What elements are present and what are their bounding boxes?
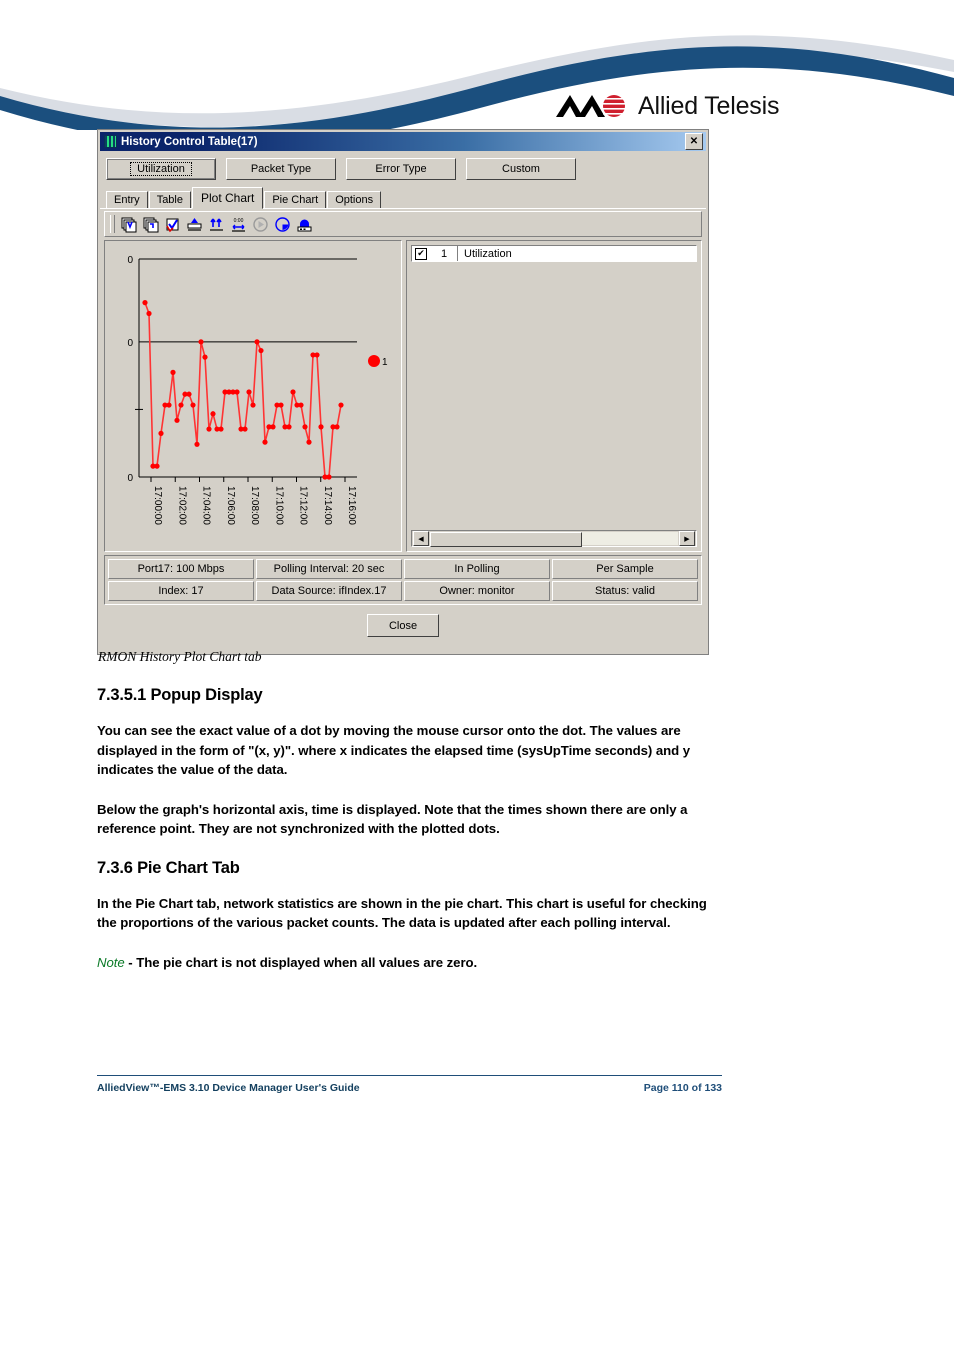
status-polling-interval: Polling Interval: 20 sec [256,559,402,579]
dialog-title: History Control Table(17) [121,135,258,148]
svg-text:17:00:00: 17:00:00 [152,486,163,525]
figure-caption: RMON History Plot Chart tab [98,649,262,664]
packet-type-button[interactable]: Packet Type [226,158,336,180]
status-port: Port17: 100 Mbps [108,559,254,579]
custom-button[interactable]: Custom [466,158,576,180]
chart-and-legend-area: 0 0 0 17:00:00 17:02:00 17:04:00 17:06:00 17:08… [104,240,702,552]
utilization-button-label: Utilization [130,162,192,176]
history-control-table-dialog: History Control Table(17) ✕ Utilization … [98,130,708,654]
tab-entry[interactable]: Entry [106,191,148,208]
plot-chart-panel[interactable]: 0 0 0 17:00:00 17:02:00 17:04:00 17:06:00 17:08… [104,240,402,552]
svg-text:0: 0 [127,473,133,484]
legend-panel: ✔ 1 Utilization ◀ ▶ [406,240,702,552]
paragraph-pie-chart: In the Pie Chart tab, network statistics… [97,895,707,931]
tab-plot-chart[interactable]: Plot Chart [191,187,264,209]
svg-text:0:00: 0:00 [234,218,244,224]
stack-down-icon[interactable] [118,213,139,235]
svg-text:17:10:00: 17:10:00 [273,486,284,525]
scrollbar-track[interactable] [430,532,678,547]
utilization-button[interactable]: Utilization [106,158,216,180]
utilization-line-chart: 0 0 0 17:00:00 17:02:00 17:04:00 17:06:00 17:08… [127,255,388,525]
category-button-bar: Utilization Packet Type Error Type Custo… [100,151,706,184]
error-type-button[interactable]: Error Type [346,158,456,180]
toolbar-grip-handle[interactable] [110,215,115,233]
svg-text:0: 0 [127,338,133,349]
dialog-footer: Close [100,614,706,637]
svg-text:17:06:00: 17:06:00 [225,486,236,525]
brand-name: Allied Telesis [638,91,780,120]
status-polling-state: In Polling [404,559,550,579]
footer-divider [97,1075,722,1076]
time-scale-icon[interactable]: 0:00 [228,213,249,235]
tab-bar: Entry Table Plot Chart Pie Chart Options [100,187,706,209]
header-swoosh-graphic [0,35,954,130]
dialog-titlebar: History Control Table(17) ✕ [100,132,706,151]
paragraph-popup-display: You can see the exact value of a dot by … [97,723,691,777]
brand-logo: Allied Telesis [556,88,786,124]
scroll-right-arrow-icon[interactable]: ▶ [679,531,695,546]
close-icon[interactable]: ✕ [685,133,703,150]
svg-text:1: 1 [382,357,388,368]
status-grid: Port17: 100 Mbps Polling Interval: 20 se… [104,555,702,605]
note-line: Note - The pie chart is not displayed wh… [97,953,722,973]
document-body: 7.3.5.1 Popup Display You can see the ex… [97,680,722,992]
status-row: Port17: 100 Mbps Polling Interval: 20 se… [107,558,699,580]
close-button[interactable]: Close [367,614,439,637]
status-row: Index: 17 Data Source: ifIndex.17 Owner:… [107,580,699,602]
status-data-source: Data Source: ifIndex.17 [256,581,402,601]
status-validity: Status: valid [552,581,698,601]
note-body: - The pie chart is not displayed when al… [124,954,478,970]
svg-text:17:14:00: 17:14:00 [322,486,333,525]
svg-text:17:08:00: 17:08:00 [249,486,260,525]
page-header-band: Allied Telesis [0,0,954,130]
note-label: Note [97,954,125,970]
footer-page-number: Page 110 of 133 [643,1082,722,1094]
print-chart-icon[interactable] [294,213,315,235]
legend-series-label: Utilization [464,247,512,260]
status-owner: Owner: monitor [404,581,550,601]
fit-height-icon[interactable] [206,213,227,235]
tab-pie-chart[interactable]: Pie Chart [264,191,327,208]
legend-index: 1 [440,247,448,260]
legend-checkbox[interactable]: ✔ [415,247,427,260]
svg-text:17:02:00: 17:02:00 [176,486,187,525]
play-icon[interactable] [250,213,271,235]
status-sample-mode: Per Sample [552,559,698,579]
svg-text:17:16:00: 17:16:00 [346,486,357,525]
stack-copy-icon[interactable] [140,213,161,235]
stack-check-icon[interactable] [162,213,183,235]
legend-horizontal-scrollbar[interactable]: ◀ ▶ [411,530,697,547]
pause-circle-icon[interactable] [272,213,293,235]
legend-divider [457,246,458,261]
scroll-left-arrow-icon[interactable]: ◀ [413,531,429,546]
chart-toolbar: 0:00 [104,211,702,237]
legend-row-utilization[interactable]: ✔ 1 Utilization [411,245,697,262]
heading-pie-chart-tab: 7.3.6 Pie Chart Tab [97,858,240,877]
footer-doc-title: AlliedView™-EMS 3.10 Device Manager User… [97,1082,360,1094]
heading-popup-display: 7.3.5.1 Popup Display [97,686,263,704]
svg-text:17:04:00: 17:04:00 [201,486,212,525]
fit-width-icon[interactable] [184,213,205,235]
svg-text:17:12:00: 17:12:00 [298,486,309,525]
page-footer: AlliedView™-EMS 3.10 Device Manager User… [97,1082,722,1094]
scrollbar-thumb[interactable] [430,532,582,547]
allied-telesis-mark-icon [556,93,630,119]
paragraph-horizontal-axis: Below the graph's horizontal axis, time … [97,801,688,837]
tab-table[interactable]: Table [148,191,191,208]
grid-table-icon [104,135,117,148]
status-index: Index: 17 [108,581,254,601]
svg-text:0: 0 [127,255,133,266]
tab-options[interactable]: Options [327,191,382,208]
